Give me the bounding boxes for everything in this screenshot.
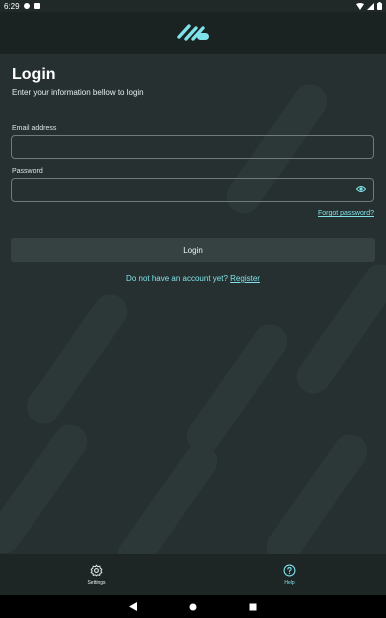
background-shape (260, 427, 374, 554)
signal-icon (367, 2, 374, 10)
home-icon[interactable] (189, 603, 197, 611)
password-label: Password (12, 168, 43, 175)
email-field[interactable] (11, 135, 374, 159)
notification-icon (23, 3, 30, 9)
status-bar: 6:29 (0, 0, 386, 12)
gear-icon (90, 564, 103, 576)
background-shape (20, 287, 134, 431)
status-time: 6:29 (4, 1, 20, 11)
system-navigation-bar (0, 595, 386, 618)
register-row: Do not have an account yet? Register (0, 274, 386, 283)
page-subtitle: Enter your information bellow to login (12, 88, 144, 97)
login-button[interactable]: Login (11, 238, 375, 262)
nav-item-help[interactable]: Help (193, 554, 386, 595)
background-shape (0, 417, 94, 554)
nav-item-settings[interactable]: Settings (0, 554, 193, 595)
register-link[interactable]: Register (230, 274, 260, 283)
login-screen: Login Enter your information bellow to l… (0, 54, 386, 554)
show-password-eye-icon[interactable] (356, 185, 366, 193)
page-title: Login (12, 66, 56, 83)
back-icon[interactable] (129, 602, 137, 611)
no-account-text: Do not have an account yet? (126, 274, 228, 283)
help-icon (283, 564, 296, 576)
background-shape (110, 437, 224, 554)
battery-icon (377, 2, 382, 10)
app-logo-icon (177, 24, 209, 41)
forgot-password-link[interactable]: Forgot password? (318, 210, 374, 217)
bottom-navigation: Settings Help (0, 554, 386, 595)
recents-icon[interactable] (249, 603, 257, 611)
background-shape (180, 317, 294, 461)
password-field[interactable] (11, 178, 374, 202)
wifi-icon (356, 2, 364, 10)
nav-label-settings: Settings (87, 579, 106, 586)
nav-label-help: Help (284, 579, 295, 586)
email-label: Email address (12, 125, 57, 132)
sd-card-icon (33, 3, 40, 9)
app-bar (0, 12, 386, 54)
